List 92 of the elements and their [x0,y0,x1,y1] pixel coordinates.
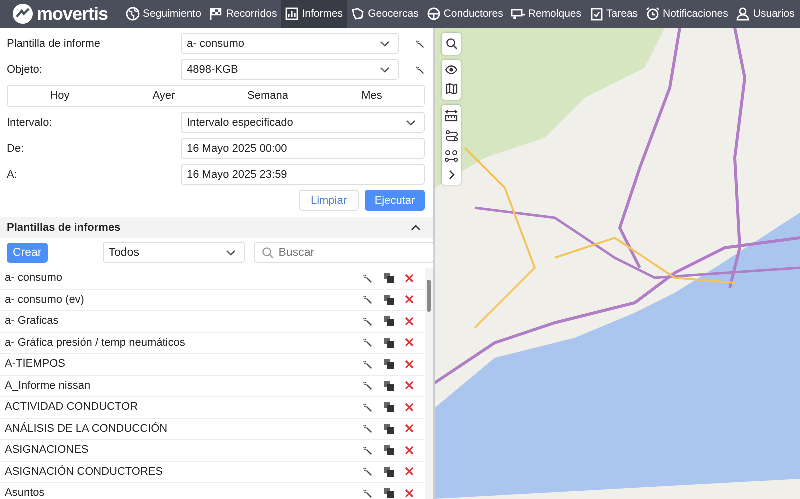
wrench-icon[interactable] [362,423,373,434]
globe-icon [126,7,140,21]
nav-tab[interactable]: Remolques [507,0,586,28]
delete-icon[interactable] [405,402,414,412]
wrench-icon[interactable] [362,380,373,392]
wrench-icon[interactable] [362,294,373,306]
chevron-down-icon [406,120,416,126]
copy-icon[interactable] [384,380,394,391]
delete-icon[interactable] [405,467,414,476]
copy-icon[interactable] [384,316,394,326]
delete-icon[interactable] [405,488,414,498]
logo-wordmark: movertis [37,4,108,24]
nav-tab[interactable]: Conductores [422,0,508,28]
clear-button[interactable]: Limpiar [299,190,359,211]
template-name[interactable]: ANÁLISIS DE LA CONDUCCIÓN [5,422,351,435]
steering-wheel-icon [426,7,441,21]
wrench-icon[interactable] [362,466,373,478]
template-name[interactable]: a- consumo (ev) [5,294,351,306]
search-icon [262,247,274,259]
template-name[interactable]: a- consumo [5,272,351,284]
copy-icon[interactable] [384,402,394,412]
filter-select[interactable]: Todos [102,242,245,263]
field-label: Plantilla de informe [7,38,102,50]
template-name[interactable]: A_Informe nissan [5,380,351,392]
interval-select[interactable]: Intervalo especificado [181,112,425,133]
chevron-down-icon [380,66,390,72]
scrollbar[interactable] [425,268,433,499]
wrench-icon[interactable] [362,358,373,370]
date-input[interactable]: 16 Mayo 2025 00:00 [181,138,425,159]
logo-icon [12,3,34,25]
section-header[interactable]: Plantillas de informes [0,217,433,238]
copy-icon[interactable] [384,424,394,434]
field-label: Intervalo: [7,116,54,128]
ruler-icon[interactable] [445,110,458,122]
trailer-icon [511,7,526,21]
wrench-icon[interactable] [362,337,373,348]
copy-icon[interactable] [384,338,394,348]
search-field[interactable]: Buscar [254,242,434,263]
route-icon[interactable] [446,130,458,142]
nav-tab[interactable]: Recorridos [205,0,282,28]
polygon-icon [351,7,366,21]
wrench-icon[interactable] [362,402,373,413]
field-label: A: [7,168,18,180]
template-name[interactable]: ASIGNACIONES [5,444,351,456]
delete-icon[interactable] [405,274,414,283]
field-label: De: [7,142,26,154]
template-name[interactable]: Asuntos [5,487,351,499]
template-name[interactable]: a- Graficas [5,315,351,328]
chevron-down-icon [226,250,236,256]
copy-icon[interactable] [384,273,394,284]
nav-tab[interactable]: Tareas [586,0,642,28]
template-select[interactable]: a- consumo [181,33,399,54]
nav-tab[interactable]: Informes [281,0,348,28]
wrench-icon[interactable] [362,272,373,284]
search-icon[interactable] [446,38,458,50]
copy-icon[interactable] [384,445,394,456]
nav-tab[interactable]: Usuarios [732,0,799,28]
delete-icon[interactable] [405,338,414,348]
delete-icon[interactable] [405,360,414,369]
wrench-icon[interactable] [362,316,373,327]
user-icon [736,7,750,21]
copy-icon[interactable] [384,359,394,370]
nav-tab[interactable]: Notificaciones [642,0,732,28]
date-input[interactable]: 16 Mayo 2025 23:59 [181,164,425,185]
copy-icon[interactable] [384,488,394,498]
template-name[interactable]: ACTIVIDAD CONDUCTOR [5,401,351,414]
object-select[interactable]: 4898-KGB [181,59,399,80]
copy-icon[interactable] [384,466,394,477]
map-icon[interactable] [446,83,458,95]
chevron-down-icon [380,40,390,46]
delete-icon[interactable] [405,295,414,304]
nav-tab[interactable]: Seguimiento [122,0,206,28]
section-title: Plantillas de informes [7,222,121,234]
template-name[interactable]: a- Gráfica presión / temp neumáticos [5,336,351,349]
report-icon [285,7,300,21]
delete-icon[interactable] [405,381,414,390]
alarm-clock-icon [646,7,660,21]
delete-icon[interactable] [405,446,414,455]
chevron-right-icon[interactable] [448,170,454,180]
checkered-flag-icon [209,7,224,21]
template-name[interactable]: ASIGNACIÓN CONDUCTORES [5,466,351,478]
nodes-icon[interactable] [445,150,458,162]
copy-icon[interactable] [384,294,394,305]
wrench-icon[interactable] [362,444,373,456]
clipboard-check-icon [590,7,604,21]
delete-icon[interactable] [405,424,414,434]
delete-icon[interactable] [405,316,414,326]
eye-icon[interactable] [445,65,458,75]
field-label: Objeto: [7,64,44,76]
wrench-icon[interactable] [362,488,373,499]
nav-tab[interactable]: Geocercas [347,0,423,28]
template-name[interactable]: A-TIEMPOS [5,358,351,370]
